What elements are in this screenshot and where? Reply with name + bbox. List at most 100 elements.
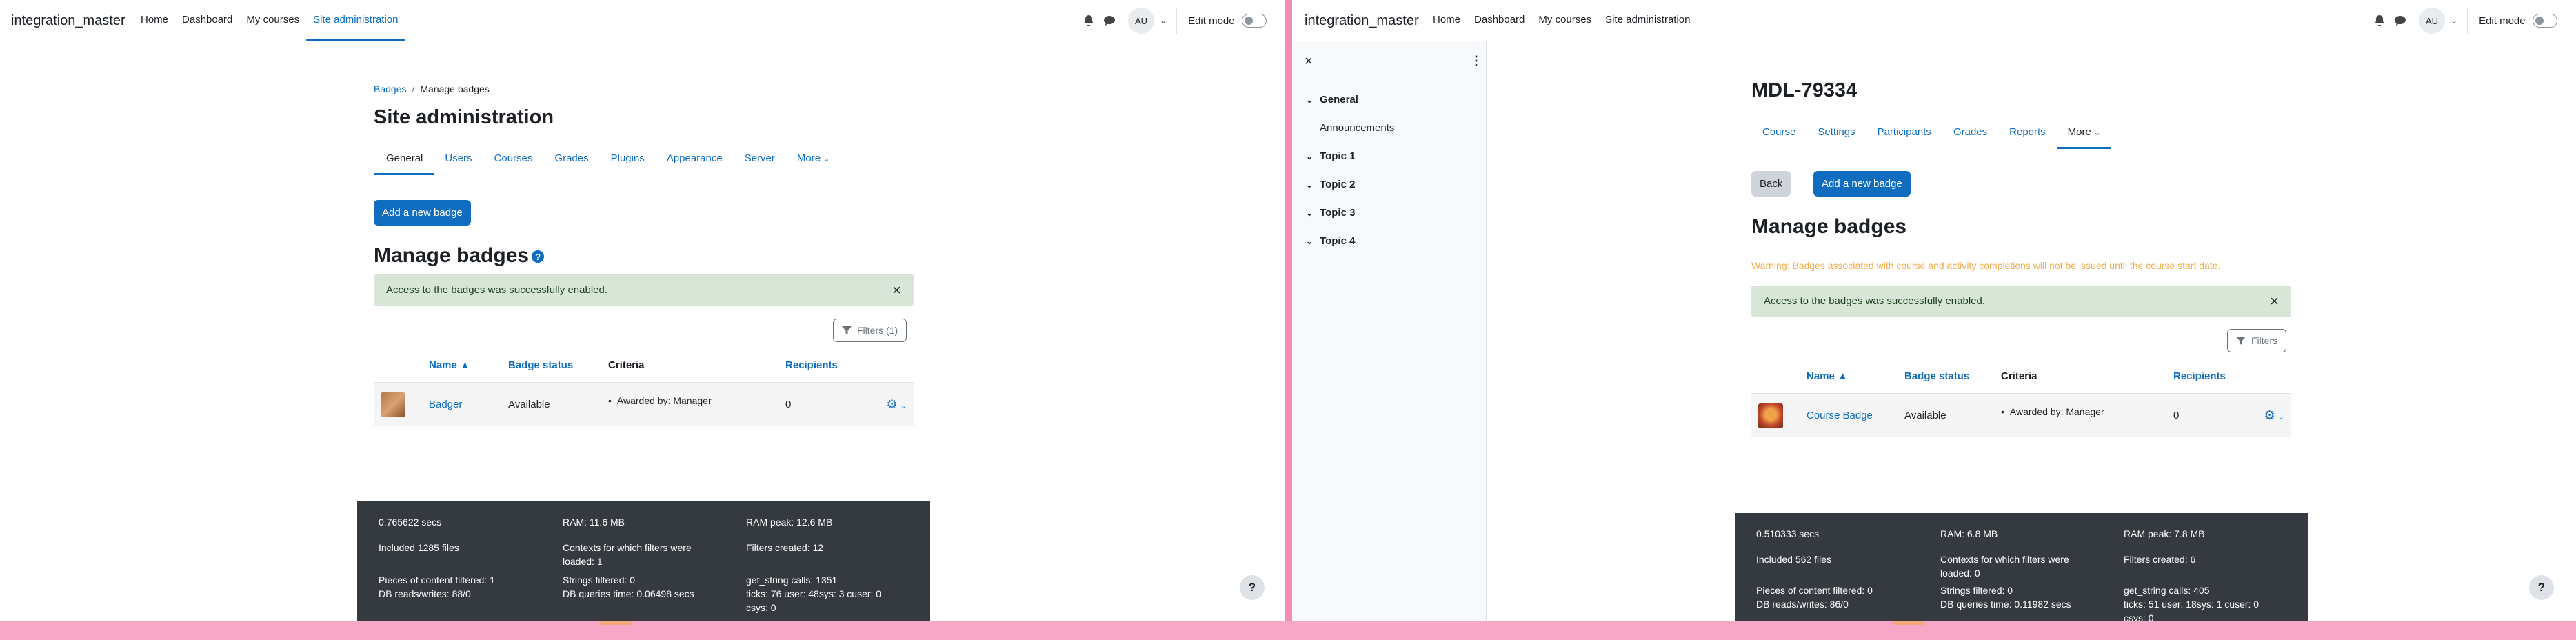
top-navbar: integration_master Home Dashboard My cou…: [1292, 0, 2576, 41]
drawer-section-general[interactable]: ⌄ General: [1306, 94, 1358, 106]
performance-footer: 0.765622 secs Included 1285 files Pieces…: [357, 501, 930, 621]
chevron-down-icon: ⌄: [1306, 179, 1314, 190]
chevron-down-icon[interactable]: ⌄: [900, 402, 907, 410]
chevron-down-icon: ⌄: [1306, 94, 1314, 105]
perf-ticks: ticks: 76 user: 48sys: 3 cuser: 0: [746, 588, 882, 599]
tab-more[interactable]: More ⌄: [2056, 118, 2112, 149]
gear-icon[interactable]: ⚙: [2264, 408, 2275, 422]
site-brand[interactable]: integration_master: [11, 13, 125, 29]
nav-dashboard[interactable]: Dashboard: [175, 0, 239, 41]
tab-general[interactable]: General: [374, 144, 434, 175]
badge-status: Available: [1898, 394, 1994, 437]
nav-site-administration[interactable]: Site administration: [306, 0, 405, 41]
sort-asc-icon: ▲: [460, 359, 470, 371]
chat-icon[interactable]: [2393, 13, 2408, 28]
drawer-section-topic-1[interactable]: ⌄ Topic 1: [1306, 150, 1355, 162]
add-badge-button[interactable]: Add a new badge: [374, 200, 471, 226]
nav-home[interactable]: Home: [1426, 0, 1467, 41]
perf-csys: csys: 0: [746, 602, 776, 613]
bell-icon[interactable]: [1081, 13, 1096, 28]
col-recipients[interactable]: Recipients: [778, 348, 868, 383]
performance-footer: 0.510333 secs Included 562 files Pieces …: [1735, 513, 2308, 621]
edit-mode-label: Edit mode: [2479, 14, 2526, 27]
breadcrumb: Badges / Manage badges: [374, 83, 490, 94]
strip-mark: [600, 621, 632, 625]
perf-get-string: get_string calls: 1351: [746, 574, 838, 586]
edit-mode-toggle[interactable]: [2532, 14, 2557, 28]
col-actions: [2249, 359, 2291, 394]
drawer-section-topic-2[interactable]: ⌄ Topic 2: [1306, 179, 1355, 190]
nav-my-courses[interactable]: My courses: [239, 0, 306, 41]
tab-reports[interactable]: Reports: [1998, 118, 2057, 148]
nav-dashboard[interactable]: Dashboard: [1467, 0, 1531, 41]
filters-button[interactable]: Filters (1): [833, 319, 907, 342]
gear-icon[interactable]: ⚙: [886, 397, 897, 411]
chevron-down-icon[interactable]: ⌄: [2451, 16, 2457, 26]
help-button[interactable]: ?: [2529, 575, 2554, 600]
perf-db-time: DB queries time: 0.11982 secs: [1940, 599, 2071, 610]
nav-site-administration[interactable]: Site administration: [1598, 0, 1697, 41]
chevron-down-icon[interactable]: ⌄: [1160, 16, 1167, 26]
course-index-drawer: × ⋮ ⌄ General Announcements ⌄ Topic 1 ⌄ Top…: [1292, 41, 1487, 621]
close-icon[interactable]: ×: [892, 281, 901, 299]
tab-users[interactable]: Users: [434, 144, 483, 174]
nav-home[interactable]: Home: [134, 0, 175, 41]
perf-contexts-loaded: loaded: 0: [1940, 568, 1980, 579]
manage-badges-heading: Manage badges?: [374, 244, 545, 268]
perf-contexts: Contexts for which filters were: [1940, 554, 2069, 565]
badge-name-link[interactable]: Course Badge: [1807, 410, 1873, 421]
site-brand[interactable]: integration_master: [1305, 13, 1419, 29]
tab-courses[interactable]: Courses: [483, 144, 544, 174]
filters-button[interactable]: Filters: [2227, 329, 2287, 352]
chevron-down-icon[interactable]: ⌄: [2278, 413, 2284, 421]
split-divider[interactable]: [1285, 0, 1292, 640]
drawer-section-topic-4[interactable]: ⌄ Topic 4: [1306, 235, 1355, 247]
strip-mark: [1893, 621, 1924, 625]
col-recipients[interactable]: Recipients: [2166, 359, 2249, 394]
perf-time: 0.510333 secs: [1756, 528, 1820, 539]
tab-grades[interactable]: Grades: [543, 144, 599, 174]
tab-appearance[interactable]: Appearance: [656, 144, 734, 174]
col-status[interactable]: Badge status: [1898, 359, 1994, 394]
perf-db-rw: DB reads/writes: 86/0: [1756, 599, 1849, 610]
perf-db-time: DB queries time: 0.06498 secs: [563, 588, 694, 599]
tab-settings[interactable]: Settings: [1807, 118, 1866, 148]
tab-participants[interactable]: Participants: [1866, 118, 1942, 148]
help-icon[interactable]: ?: [532, 250, 545, 263]
drawer-section-topic-3[interactable]: ⌄ Topic 3: [1306, 207, 1355, 219]
help-button[interactable]: ?: [1240, 575, 1265, 600]
nav-my-courses[interactable]: My courses: [1531, 0, 1598, 41]
badge-image: [381, 392, 405, 417]
tab-plugins[interactable]: Plugins: [600, 144, 656, 174]
back-button[interactable]: Back: [1751, 171, 1791, 197]
edit-mode-toggle[interactable]: [1241, 14, 1267, 28]
tab-server[interactable]: Server: [734, 144, 786, 174]
more-options-icon[interactable]: ⋮: [1470, 54, 1482, 68]
chat-icon[interactable]: [1102, 13, 1117, 28]
badges-table: Name ▲ Badge status Criteria Recipients …: [1751, 359, 2291, 437]
breadcrumb-badges[interactable]: Badges: [374, 83, 406, 94]
success-alert: Access to the badges was successfully en…: [1751, 286, 2291, 317]
col-name[interactable]: Name ▲: [422, 348, 501, 383]
tab-grades[interactable]: Grades: [1942, 118, 1998, 148]
admin-tabs: General Users Courses Grades Plugins App…: [374, 144, 931, 175]
avatar[interactable]: AU: [1128, 8, 1154, 34]
bell-icon[interactable]: [2372, 13, 2387, 28]
close-icon[interactable]: ×: [2270, 292, 2279, 310]
drawer-item-announcements[interactable]: Announcements: [1320, 122, 1394, 134]
badge-recipients: 0: [778, 383, 868, 426]
col-name[interactable]: Name ▲: [1800, 359, 1898, 394]
avatar[interactable]: AU: [2419, 8, 2445, 34]
perf-files: Included 562 files: [1756, 554, 1831, 565]
chevron-down-icon: ⌄: [1306, 236, 1314, 246]
badge-image: [1758, 403, 1783, 428]
badge-recipients: 0: [2166, 394, 2249, 437]
col-status[interactable]: Badge status: [501, 348, 601, 383]
sort-asc-icon: ▲: [1838, 370, 1848, 382]
close-icon[interactable]: ×: [1305, 54, 1313, 70]
add-badge-button[interactable]: Add a new badge: [1813, 171, 1911, 197]
tab-course[interactable]: Course: [1751, 118, 1807, 148]
perf-contexts: Contexts for which filters were: [563, 542, 692, 553]
tab-more[interactable]: More ⌄: [786, 144, 841, 174]
badge-name-link[interactable]: Badger: [429, 399, 462, 410]
